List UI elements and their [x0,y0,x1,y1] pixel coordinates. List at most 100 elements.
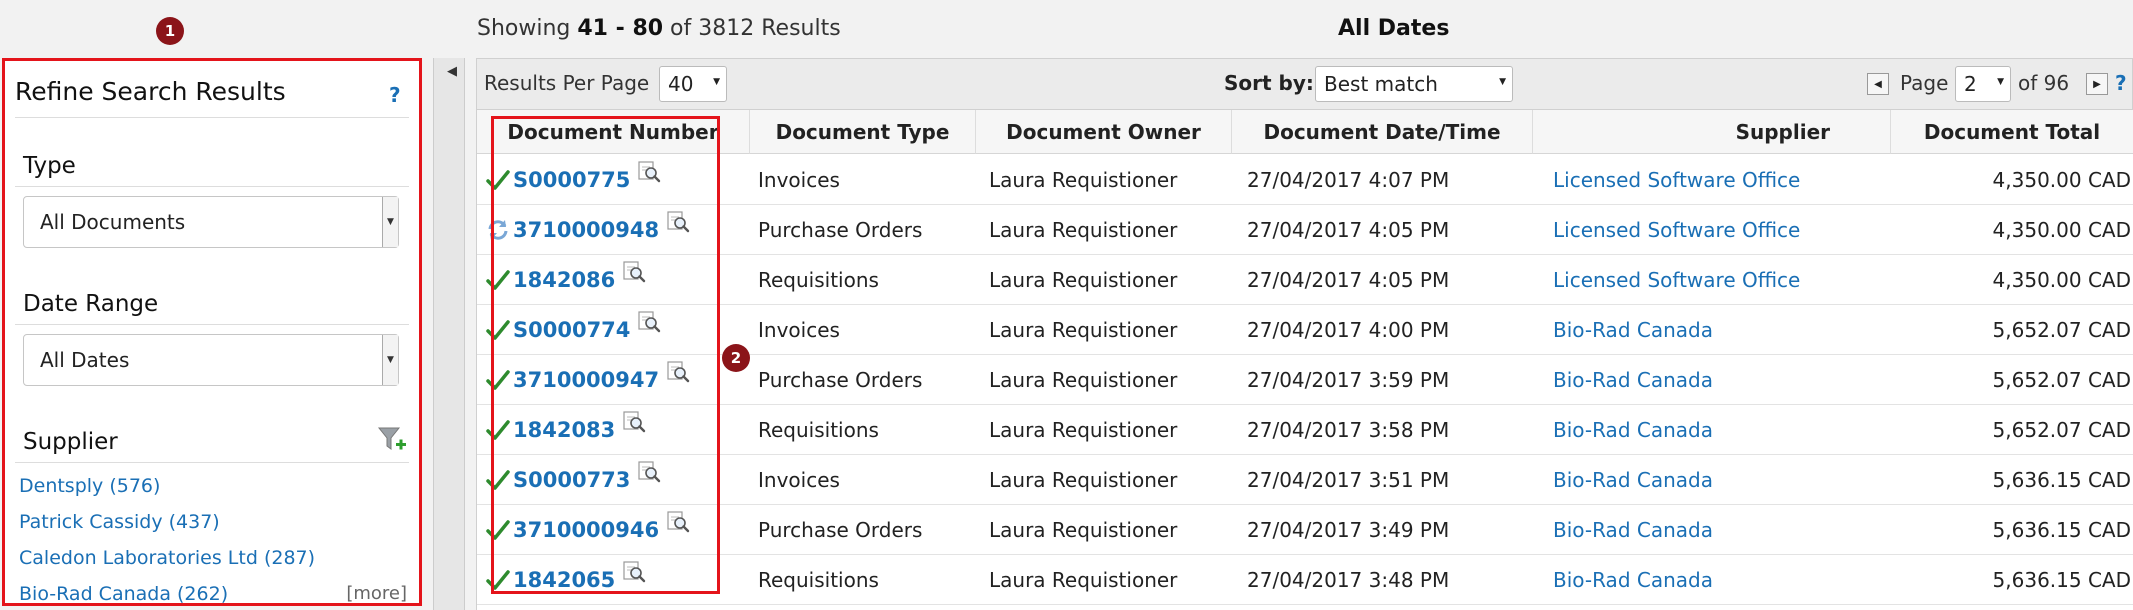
checkmark-icon [485,405,511,455]
supplier-link[interactable]: Licensed Software Office [1553,255,1800,305]
divider [15,462,409,463]
document-number-link[interactable]: 1842086 [513,255,615,305]
add-filter-icon[interactable] [377,425,407,455]
supplier-link[interactable]: Bio-Rad Canada [1553,505,1713,555]
preview-document-icon[interactable] [621,397,647,447]
supplier-link[interactable]: Bio-Rad Canada [1553,305,1713,355]
preview-document-icon[interactable] [621,547,647,597]
supplier-filter-link[interactable]: Bio-Rad Canada (262) [19,583,228,603]
sort-label: Sort by: [1224,71,1314,95]
page-label: Page [1900,71,1949,95]
supplier-filter-link[interactable]: Caledon Laboratories Ltd (287) [19,547,315,569]
chevron-down-icon: ▼ [382,335,398,385]
document-total: 4,350.00 CAD [1992,168,2131,192]
document-owner: Laura Requistioner [989,568,1178,592]
table-row: 3710000946 Purchase Orders Laura Requistio… [477,505,2133,555]
document-date: 27/04/2017 3:49 PM [1247,518,1450,542]
type-select[interactable]: All Documents ▼ [23,196,399,248]
supplier-link[interactable]: Bio-Rad Canada [1553,405,1713,455]
panel-splitter[interactable] [433,58,465,610]
document-number-link[interactable]: 1842083 [513,405,615,455]
document-number-link[interactable]: S0000775 [513,155,630,205]
document-date: 27/04/2017 3:51 PM [1247,468,1450,492]
document-type: Invoices [758,168,840,192]
date-range-select[interactable]: All Dates ▼ [23,334,399,386]
checkmark-icon [485,255,511,305]
supplier-filter-link[interactable]: Dentsply (576) [19,475,160,497]
document-type: Purchase Orders [758,218,923,242]
document-owner: Laura Requistioner [989,468,1178,492]
document-total: 5,652.07 CAD [1992,368,2131,392]
document-total: 5,636.15 CAD [1992,568,2131,592]
results-total: of 3812 Results [663,16,841,41]
results-range: 41 - 80 [577,16,664,41]
help-icon[interactable]: ? [389,83,401,107]
document-total: 5,652.07 CAD [1992,318,2131,342]
supplier-link[interactable]: Bio-Rad Canada [1553,355,1713,405]
refine-panel-title: Refine Search Results [15,77,286,106]
column-header[interactable]: Document Total [1891,110,2133,154]
results-summary: Showing 41 - 80 of 3812 Results [477,16,841,41]
next-page-button[interactable]: ▶ [2086,73,2108,95]
supplier-label: Supplier [23,429,118,455]
supplier-filter-link[interactable]: Patrick Cassidy (437) [19,511,220,533]
checkmark-icon [485,555,511,605]
sort-select[interactable]: Best match ▼ [1315,66,1513,102]
document-type: Purchase Orders [758,518,923,542]
preview-document-icon[interactable] [665,347,691,397]
checkmark-icon [485,355,511,405]
document-number-link[interactable]: S0000773 [513,455,630,505]
document-owner: Laura Requistioner [989,368,1178,392]
page-count: of 96 [2018,71,2070,95]
per-page-select[interactable]: 40 ▼ [659,66,727,102]
checkmark-icon [485,505,511,555]
more-suppliers-link[interactable]: [more] [346,583,407,603]
checkmark-icon [485,455,511,505]
date-range-select-value: All Dates [40,348,130,372]
previous-page-button[interactable]: ◀ [1867,73,1889,95]
document-owner: Laura Requistioner [989,318,1178,342]
annotation-badge-1: 1 [156,17,184,45]
type-label: Type [23,153,76,179]
column-header[interactable]: Supplier [1533,110,1891,154]
per-page-value: 40 [668,72,694,96]
divider [15,117,409,118]
column-header[interactable]: Document Date/Time [1232,110,1533,154]
date-range-label: Date Range [23,291,159,317]
preview-document-icon[interactable] [621,247,647,297]
divider [15,186,409,187]
type-select-value: All Documents [40,210,186,234]
document-number-link[interactable]: S0000774 [513,305,630,355]
page-select[interactable]: 2 ▼ [1955,66,2011,102]
refine-search-panel: Refine Search Results ? Type All Documen… [2,58,422,606]
table-row: 3710000948 Purchase Orders Laura Requistio… [477,205,2133,255]
supplier-link[interactable]: Bio-Rad Canada [1553,455,1713,505]
column-header[interactable]: Document Owner [976,110,1232,154]
document-date: 27/04/2017 3:59 PM [1247,368,1450,392]
table-row: S0000775 Invoices Laura Requistioner 27/04/… [477,155,2133,205]
document-type: Requisitions [758,268,879,292]
supplier-link[interactable]: Licensed Software Office [1553,155,1800,205]
supplier-link[interactable]: Licensed Software Office [1553,205,1800,255]
preview-document-icon[interactable] [665,197,691,247]
document-type: Requisitions [758,418,879,442]
preview-document-icon[interactable] [636,447,662,497]
document-owner: Laura Requistioner [989,268,1178,292]
column-header[interactable]: Document Number [477,110,750,154]
sync-icon [485,205,511,255]
supplier-link[interactable]: Bio-Rad Canada [1553,555,1713,605]
table-row: S0000773 Invoices Laura Requistioner 27/04/… [477,455,2133,505]
collapse-left-icon[interactable]: ◀ [447,64,457,79]
document-type: Purchase Orders [758,368,923,392]
preview-document-icon[interactable] [665,497,691,547]
column-header[interactable]: Document Type [750,110,976,154]
page-value: 2 [1964,72,1977,96]
toolbar-help-icon[interactable]: ? [2115,71,2127,95]
document-number-link[interactable]: 1842065 [513,555,615,605]
document-owner: Laura Requistioner [989,168,1178,192]
preview-document-icon[interactable] [636,147,662,197]
document-date: 27/04/2017 4:07 PM [1247,168,1450,192]
document-date: 27/04/2017 4:05 PM [1247,268,1450,292]
document-date: 27/04/2017 3:48 PM [1247,568,1450,592]
preview-document-icon[interactable] [636,297,662,347]
